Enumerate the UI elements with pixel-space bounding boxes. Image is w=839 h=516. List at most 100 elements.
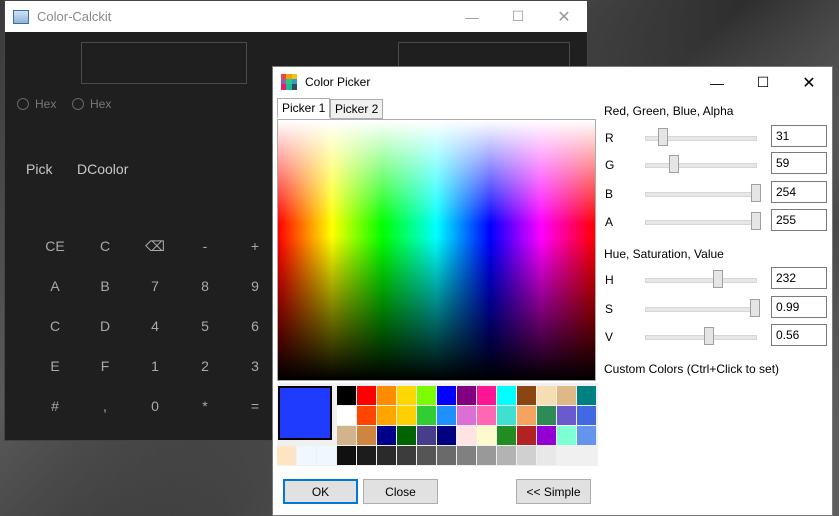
color-swatch[interactable] bbox=[497, 426, 516, 445]
color-swatch[interactable] bbox=[357, 386, 376, 405]
key-button[interactable]: 2 bbox=[180, 351, 230, 381]
key-button[interactable]: 0 bbox=[130, 391, 180, 421]
key-button[interactable]: 8 bbox=[180, 271, 230, 301]
key-button[interactable]: B bbox=[80, 271, 130, 301]
close-button[interactable]: Close bbox=[363, 479, 438, 504]
hex-radio-1[interactable]: Hex bbox=[17, 97, 56, 111]
color-swatch[interactable] bbox=[457, 406, 476, 425]
color-spectrum[interactable] bbox=[277, 119, 596, 381]
slider-track-s[interactable] bbox=[645, 307, 757, 312]
slider-thumb-b[interactable] bbox=[751, 184, 761, 202]
color-swatch[interactable] bbox=[357, 446, 376, 465]
key-button[interactable]: - bbox=[180, 231, 230, 261]
color-swatch[interactable] bbox=[397, 426, 416, 445]
color-swatch[interactable] bbox=[437, 426, 456, 445]
simple-button[interactable]: << Simple bbox=[516, 479, 591, 504]
color-swatch[interactable] bbox=[457, 446, 476, 465]
color-swatch[interactable] bbox=[437, 446, 456, 465]
color-swatch[interactable] bbox=[457, 386, 476, 405]
key-button[interactable]: CE bbox=[30, 231, 80, 261]
color-swatch[interactable] bbox=[377, 446, 396, 465]
color-swatch[interactable] bbox=[557, 426, 576, 445]
value-input-r[interactable]: 31 bbox=[771, 125, 827, 147]
value-input-g[interactable]: 59 bbox=[771, 152, 827, 174]
color-swatch[interactable] bbox=[357, 426, 376, 445]
color-swatch[interactable] bbox=[337, 446, 356, 465]
color-swatch[interactable] bbox=[417, 426, 436, 445]
calculator-titlebar[interactable]: Color-Calckit — ☐ ✕ bbox=[5, 1, 587, 32]
slider-track-a[interactable] bbox=[645, 220, 757, 225]
slider-thumb-v[interactable] bbox=[704, 327, 715, 345]
slider-thumb-r[interactable] bbox=[657, 128, 668, 146]
key-button[interactable]: 5 bbox=[180, 311, 230, 341]
color-swatch[interactable] bbox=[537, 386, 556, 405]
color-picker-titlebar[interactable]: Color Picker — ☐ ✕ bbox=[273, 67, 832, 96]
color-swatch[interactable] bbox=[517, 386, 536, 405]
key-button[interactable]: 7 bbox=[130, 271, 180, 301]
color-swatch[interactable] bbox=[417, 446, 436, 465]
slider-track-g[interactable] bbox=[645, 163, 757, 168]
color-swatch[interactable] bbox=[377, 386, 396, 405]
key-button[interactable]: C bbox=[80, 231, 130, 261]
color-swatch[interactable] bbox=[377, 426, 396, 445]
color-swatch[interactable] bbox=[557, 386, 576, 405]
color-swatch[interactable] bbox=[437, 406, 456, 425]
minimize-icon[interactable]: — bbox=[694, 67, 740, 98]
color-swatch[interactable] bbox=[557, 406, 576, 425]
key-button[interactable]: # bbox=[30, 391, 80, 421]
maximize-icon[interactable]: ☐ bbox=[740, 67, 786, 98]
color-swatch[interactable] bbox=[477, 426, 496, 445]
color-swatch[interactable] bbox=[337, 406, 356, 425]
color-swatch[interactable] bbox=[497, 386, 516, 405]
color-swatch[interactable] bbox=[497, 446, 516, 465]
value-input-b[interactable]: 254 bbox=[771, 181, 827, 203]
color-swatch[interactable] bbox=[537, 406, 556, 425]
key-button[interactable]: , bbox=[80, 391, 130, 421]
tab-picker-1[interactable]: Picker 1 bbox=[277, 98, 331, 118]
color-swatch[interactable] bbox=[477, 406, 496, 425]
value-input-s[interactable]: 0.99 bbox=[771, 296, 827, 318]
color-swatch[interactable] bbox=[417, 386, 436, 405]
color-swatch[interactable] bbox=[517, 426, 536, 445]
color-swatch[interactable] bbox=[497, 406, 516, 425]
slider-thumb-g[interactable] bbox=[669, 155, 680, 173]
color-swatch[interactable] bbox=[437, 386, 456, 405]
color-swatch[interactable] bbox=[457, 426, 476, 445]
slider-thumb-a[interactable] bbox=[751, 212, 761, 230]
key-button[interactable]: 1 bbox=[130, 351, 180, 381]
color-swatch[interactable] bbox=[337, 426, 356, 445]
color-swatch[interactable] bbox=[357, 406, 376, 425]
slider-track-v[interactable] bbox=[645, 335, 757, 340]
value-input-v[interactable]: 0.56 bbox=[771, 324, 827, 346]
color-swatch[interactable] bbox=[297, 446, 316, 465]
color-swatch[interactable] bbox=[397, 386, 416, 405]
minimize-icon[interactable]: — bbox=[449, 1, 495, 32]
color-swatch[interactable] bbox=[277, 446, 296, 465]
color-swatch[interactable] bbox=[337, 386, 356, 405]
value-input-a[interactable]: 255 bbox=[771, 209, 827, 231]
color-swatch[interactable] bbox=[577, 386, 596, 405]
color-swatch[interactable] bbox=[377, 406, 396, 425]
key-button[interactable]: F bbox=[80, 351, 130, 381]
slider-track-b[interactable] bbox=[645, 192, 757, 197]
slider-thumb-s[interactable] bbox=[749, 299, 760, 317]
key-button[interactable]: ⌫ bbox=[130, 231, 180, 261]
color-swatch[interactable] bbox=[577, 406, 596, 425]
slider-thumb-h[interactable] bbox=[712, 270, 723, 288]
color-swatch[interactable] bbox=[577, 426, 596, 445]
color-swatch[interactable] bbox=[537, 426, 556, 445]
close-icon[interactable]: ✕ bbox=[786, 67, 832, 98]
color-swatch[interactable] bbox=[537, 446, 556, 465]
key-button[interactable]: 4 bbox=[130, 311, 180, 341]
tab-picker-2[interactable]: Picker 2 bbox=[330, 99, 384, 119]
close-icon[interactable]: ✕ bbox=[541, 1, 587, 32]
color-swatch[interactable] bbox=[477, 446, 496, 465]
key-button[interactable]: E bbox=[30, 351, 80, 381]
key-button[interactable]: A bbox=[30, 271, 80, 301]
color-swatch[interactable] bbox=[477, 386, 496, 405]
color-swatch[interactable] bbox=[517, 406, 536, 425]
ok-button[interactable]: OK bbox=[283, 479, 358, 504]
color-swatch[interactable] bbox=[317, 446, 336, 465]
color-swatch[interactable] bbox=[517, 446, 536, 465]
dcoolor-button[interactable]: DCoolor bbox=[77, 161, 128, 177]
